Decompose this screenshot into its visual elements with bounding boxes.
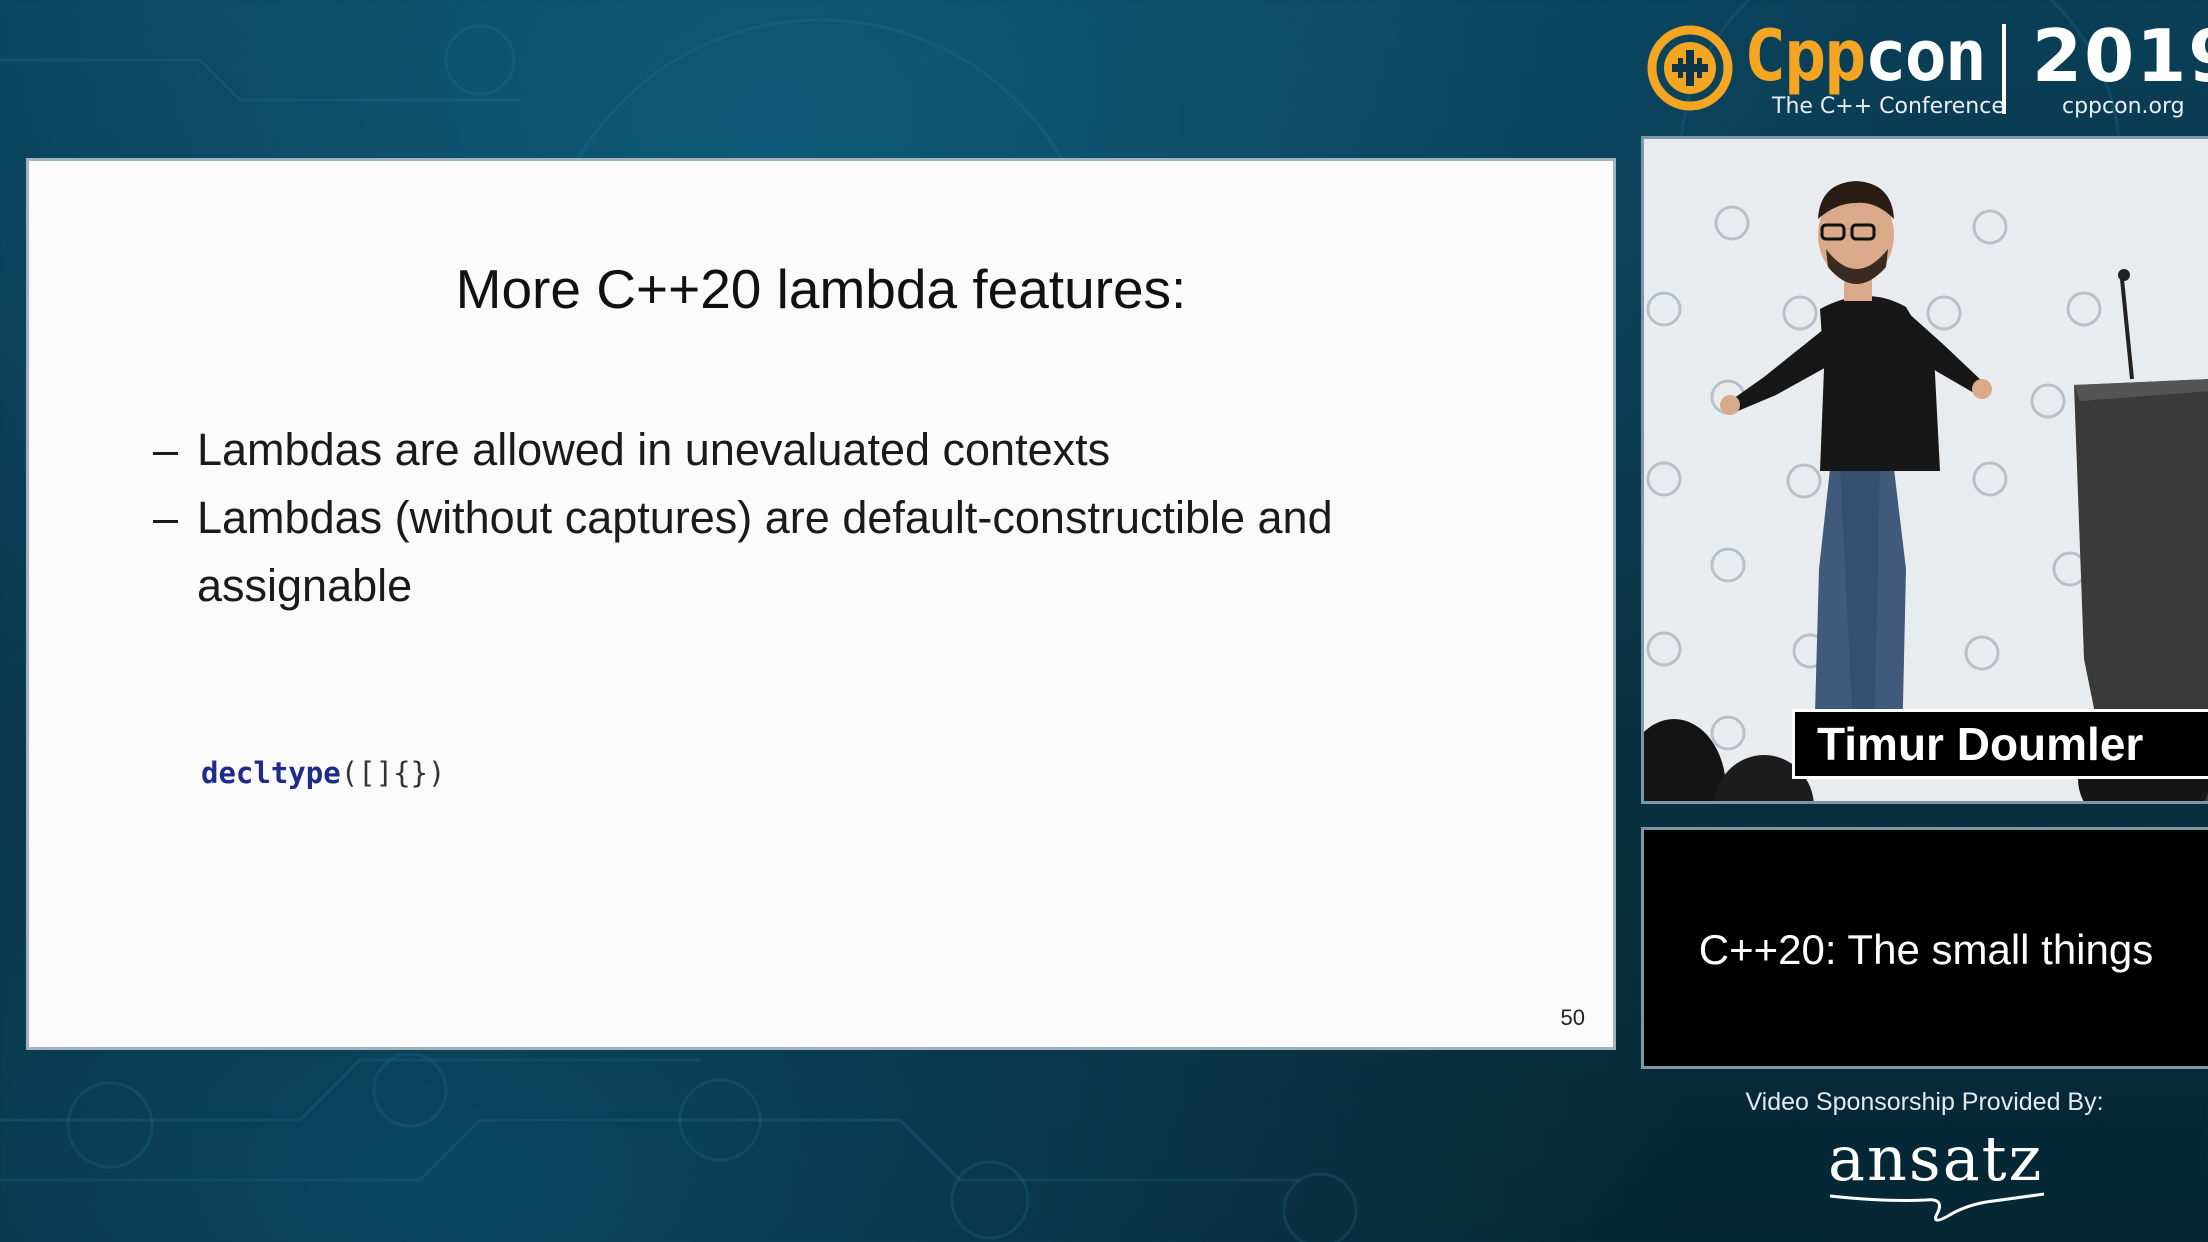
slide-page-number: 50: [1560, 1005, 1585, 1030]
conference-website: cppcon.org: [2062, 94, 2185, 119]
slide-title: More C++20 lambda features:: [455, 258, 1187, 320]
talk-title: C++20: The small things: [1698, 926, 2154, 973]
speaker-video: Timur Doumler: [1641, 136, 2208, 804]
conference-year: 2019: [2032, 14, 2208, 98]
slide-bullet-list: – Lambdas are allowed in unevaluated cont…: [153, 416, 1533, 620]
speaker-video-frame: [1644, 139, 2208, 801]
cppcon-logo-icon: [1647, 25, 1733, 111]
logo-wordmark: Cppcon: [1744, 15, 1987, 97]
bullet-dash: –: [153, 424, 179, 475]
sponsor-swoosh-icon: [1829, 1192, 2045, 1222]
code-snippet: decltype([]{}): [201, 756, 445, 790]
presentation-slide: More C++20 lambda features: – Lambdas are…: [26, 158, 1616, 1050]
sponsor-label: Video Sponsorship Provided By:: [1745, 1088, 2104, 1116]
bullet-text: Lambdas (without captures) are default-c…: [197, 492, 1333, 611]
conference-logo: Cppcon The C++ Conference 2019 cppcon.or…: [1640, 14, 2208, 124]
code-expression: ([]{}): [340, 756, 446, 790]
speaker-name-plate: Timur Doumler: [1792, 709, 2208, 779]
logo-tagline: The C++ Conference: [1772, 94, 2005, 119]
slide-bullet: – Lambdas are allowed in unevaluated cont…: [153, 416, 1533, 484]
logo-word-suffix: con: [1864, 15, 1986, 97]
code-keyword: decltype: [201, 756, 341, 790]
logo-word-prefix: Cpp: [1744, 15, 1866, 97]
logo-divider: [2002, 24, 2006, 114]
sponsor-logo: ansatz: [1826, 1122, 2046, 1222]
talk-title-box: C++20: The small things: [1641, 827, 2208, 1069]
bullet-text: Lambdas are allowed in unevaluated conte…: [197, 424, 1111, 475]
slide-bullet: – Lambdas (without captures) are default-…: [153, 484, 1533, 620]
bullet-dash: –: [153, 492, 179, 543]
